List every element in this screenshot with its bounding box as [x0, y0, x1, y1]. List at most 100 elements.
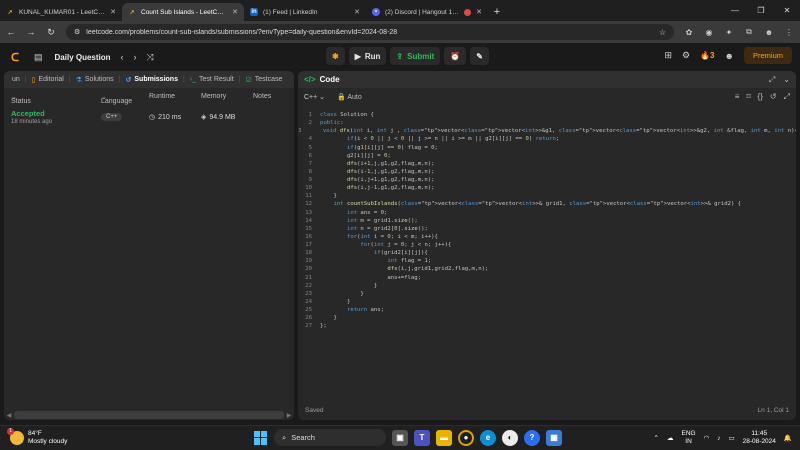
notes-button[interactable]: ✎: [470, 47, 489, 65]
shuffle-icon[interactable]: ⤨: [147, 52, 154, 63]
tab-test-result[interactable]: ›_ Test Result: [186, 71, 238, 88]
github-icon[interactable]: ◐: [502, 429, 518, 446]
code-line[interactable]: 23 }: [298, 290, 796, 298]
code-line[interactable]: 22 }: [298, 282, 796, 290]
browser-tab[interactable]: in (1) Feed | LinkedIn ✕: [244, 3, 366, 21]
url-bar[interactable]: ⚙ leetcode.com/problems/count-sub-island…: [66, 24, 674, 40]
tab-solutions[interactable]: ⚗ Solutions: [72, 71, 118, 88]
code-line[interactable]: 2 public:: [298, 119, 796, 127]
code-line[interactable]: 9 dfs(i,j+1,g1,g2,flag,m,n);: [298, 176, 796, 184]
code-line[interactable]: 20 dfs(i,j,grid1,grid2,flag,m,n);: [298, 265, 796, 273]
code-line[interactable]: 13 int ans = 0;: [298, 209, 796, 217]
code-line[interactable]: 10 dfs(i,j-1,g1,g2,flag,m,n);: [298, 184, 796, 192]
code-line[interactable]: 6 g2[i][j] = 0;: [298, 152, 796, 160]
bookmark-icon[interactable]: ⌑: [746, 92, 750, 102]
code-line[interactable]: 17 for(int j = 0; j < n; j++){: [298, 241, 796, 249]
code-editor[interactable]: 1 class Solution {2 public: 3 void dfs(int …: [298, 111, 796, 330]
extension-icon[interactable]: ✦: [724, 26, 734, 38]
restore-icon[interactable]: ❐: [748, 0, 774, 21]
code-line[interactable]: 18 if(grid2[i][j]){: [298, 249, 796, 257]
taskbar-search[interactable]: ⌕ Search: [274, 429, 386, 446]
code-line[interactable]: 8 dfs(i-1,j,g1,g2,flag,m,n);: [298, 168, 796, 176]
teams-icon[interactable]: T: [414, 429, 430, 446]
daily-question-title[interactable]: Daily Question: [55, 53, 111, 62]
code-line[interactable]: 19 int flag = 1;: [298, 257, 796, 265]
scrollbar-thumb[interactable]: [14, 411, 284, 419]
code-line[interactable]: 25 return ans;: [298, 306, 796, 314]
timer-button[interactable]: ⏰: [444, 47, 467, 65]
code-line[interactable]: 4 if(i < 0 || j < 0 || j >= n || i >= m …: [298, 135, 796, 143]
close-icon[interactable]: ✕: [232, 8, 238, 16]
site-info-icon[interactable]: ⚙: [74, 28, 80, 36]
browser-tab[interactable]: ↗ KUNAL_KUMAR01 - LeetCode P ✕: [0, 3, 122, 21]
extensions-puzzle-icon[interactable]: ⧉: [744, 26, 754, 38]
code-line[interactable]: 26 }: [298, 314, 796, 322]
submit-button[interactable]: ⇪ Submit: [390, 47, 441, 65]
extension-icon[interactable]: ◉: [704, 26, 714, 38]
leetcode-logo-icon[interactable]: ᑕ: [8, 50, 22, 64]
reset-icon[interactable]: ↺: [770, 92, 777, 102]
scroll-right-icon[interactable]: ▶: [284, 412, 294, 419]
problem-list-icon[interactable]: ▤: [34, 52, 43, 63]
status-badge[interactable]: Accepted: [11, 109, 45, 118]
fullscreen-icon[interactable]: ⤢: [784, 92, 790, 102]
input-language[interactable]: ENG IN: [681, 430, 695, 446]
streak-counter[interactable]: 🔥3: [700, 51, 714, 60]
edge-icon[interactable]: e: [480, 429, 496, 446]
tab-testcase[interactable]: ☑ Testcase: [241, 71, 286, 88]
code-line[interactable]: 27};: [298, 322, 796, 330]
code-line[interactable]: 7 dfs(i+1,j,g1,g2,flag,m,n);: [298, 160, 796, 168]
language-select[interactable]: C++ ⌄: [304, 93, 325, 101]
profile-avatar-icon[interactable]: ☻: [764, 26, 774, 38]
code-line[interactable]: 3 void dfs(int i, int j , class="tp">vec…: [298, 127, 796, 135]
layout-grid-icon[interactable]: ⊞: [664, 50, 672, 61]
code-line[interactable]: 14 int m = grid1.size();: [298, 217, 796, 225]
bookmark-star-icon[interactable]: ☆: [659, 28, 666, 37]
scroll-left-icon[interactable]: ◀: [4, 412, 14, 419]
notifications-icon[interactable]: 🔔: [784, 434, 792, 442]
store-icon[interactable]: ▦: [546, 429, 562, 446]
tab-description-collapsed[interactable]: un: [8, 71, 24, 88]
onedrive-icon[interactable]: ☁: [667, 434, 674, 442]
minimize-icon[interactable]: —: [722, 0, 748, 21]
code-line[interactable]: 21 ans+=flag;: [298, 274, 796, 282]
maximize-icon[interactable]: ⤢: [769, 75, 775, 85]
close-icon[interactable]: ✕: [354, 8, 360, 16]
new-tab-button[interactable]: +: [488, 3, 506, 21]
horizontal-scrollbar[interactable]: ◀ ▶: [4, 410, 294, 420]
settings-gear-icon[interactable]: ⚙: [682, 50, 690, 61]
autosave-toggle[interactable]: 🔒 Auto: [337, 93, 362, 101]
battery-icon[interactable]: ▭: [729, 434, 735, 442]
language-column-header[interactable]: Language ⌄: [101, 93, 132, 105]
code-line[interactable]: 11 }: [298, 192, 796, 200]
code-line[interactable]: 15 int n = grid2[0].size();: [298, 225, 796, 233]
clock[interactable]: 11:45 28-08-2024: [743, 430, 776, 446]
user-avatar[interactable]: ☻: [725, 51, 734, 61]
code-line[interactable]: 1 class Solution {: [298, 111, 796, 119]
forward-icon[interactable]: →: [26, 27, 36, 37]
chrome-icon[interactable]: ●: [458, 429, 474, 446]
code-line[interactable]: 12 int countSubIslands(class="tp">vector…: [298, 200, 796, 208]
extension-icon[interactable]: ✿: [684, 26, 694, 38]
tab-editorial[interactable]: ▯ Editorial: [28, 71, 68, 88]
back-icon[interactable]: ←: [6, 27, 16, 37]
tab-submissions[interactable]: ↺ Submissions: [122, 71, 182, 88]
braces-icon[interactable]: {}: [758, 92, 763, 102]
code-line[interactable]: 16 for(int i = 0; i < m; i++){: [298, 233, 796, 241]
weather-widget[interactable]: 1 84°F Mostly cloudy: [7, 428, 67, 446]
status-column-header[interactable]: Status ⌄: [11, 93, 31, 105]
task-view-icon[interactable]: ▣: [392, 429, 408, 446]
code-line[interactable]: 5 if(g1[i][j] == 0) flag = 0;: [298, 144, 796, 152]
next-problem-icon[interactable]: ›: [134, 52, 137, 62]
close-icon[interactable]: ✕: [110, 8, 116, 16]
browser-tab[interactable]: • (2) Discord | Hangout 1 | H ✕: [366, 3, 488, 21]
browser-tab-active[interactable]: ↗ Count Sub Islands - LeetCode ✕: [122, 3, 244, 21]
close-window-icon[interactable]: ✕: [774, 0, 800, 21]
file-explorer-icon[interactable]: ▬: [436, 429, 452, 446]
volume-icon[interactable]: ♪: [717, 435, 720, 442]
close-icon[interactable]: ✕: [476, 8, 482, 16]
table-row[interactable]: Accepted 18 minutes ago C++ ◷ 210 ms ◈ 94.…: [4, 106, 294, 130]
windows-start-icon[interactable]: [254, 430, 268, 445]
reload-icon[interactable]: ↻: [46, 27, 56, 38]
browser-menu-icon[interactable]: ⋮: [784, 26, 794, 38]
